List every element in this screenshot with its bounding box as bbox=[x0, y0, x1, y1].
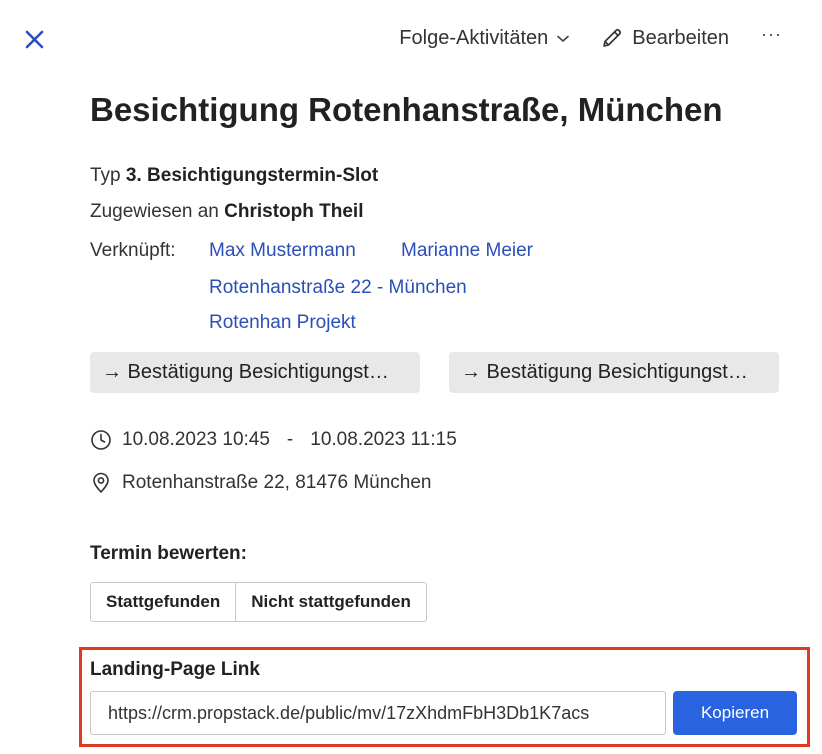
location-address: Rotenhanstraße 22, 81476 München bbox=[122, 472, 432, 493]
confirmation-action-button-1[interactable]: → Bestätigung Besichtigungst… bbox=[90, 352, 420, 393]
linked-contact-marianne-meier[interactable]: Marianne Meier bbox=[401, 240, 533, 262]
rating-label: Termin bewerten: bbox=[90, 543, 247, 564]
chevron-down-icon bbox=[557, 35, 570, 42]
folge-aktivitaeten-dropdown[interactable]: Folge-Aktivitäten bbox=[399, 26, 570, 50]
clock-icon bbox=[90, 429, 112, 451]
datetime-row: 10.08.2023 10:45 - 10.08.2023 11:15 bbox=[90, 429, 457, 451]
pencil-icon bbox=[603, 28, 622, 47]
type-value: 3. Besichtigungstermin-Slot bbox=[125, 165, 379, 186]
assigned-value: Christoph Theil bbox=[224, 201, 364, 222]
map-pin-icon bbox=[90, 472, 112, 494]
activity-type-row: Typ 3. Besichtigungstermin-Slot bbox=[90, 165, 378, 187]
linked-contact-max-mustermann[interactable]: Max Mustermann bbox=[209, 240, 356, 262]
folge-aktivitaeten-label: Folge-Aktivitäten bbox=[399, 26, 549, 49]
assigned-label: Zugewiesen an bbox=[90, 201, 219, 222]
assigned-row: Zugewiesen an Christoph Theil bbox=[90, 201, 363, 223]
close-button[interactable] bbox=[22, 27, 48, 53]
linked-label: Verknüpft: bbox=[90, 240, 176, 261]
top-toolbar: Folge-Aktivitäten Bearbeiten ··· bbox=[399, 24, 782, 52]
more-options-icon: ··· bbox=[761, 23, 782, 44]
close-icon bbox=[25, 30, 44, 49]
edit-label: Bearbeiten bbox=[632, 26, 730, 49]
landing-page-label: Landing-Page Link bbox=[90, 659, 260, 680]
type-label: Typ bbox=[90, 165, 121, 186]
more-options-button[interactable]: ··· bbox=[761, 24, 782, 53]
stattgefunden-button[interactable]: Stattgefunden bbox=[91, 583, 235, 621]
rating-button-group: Stattgefunden Nicht stattgefunden bbox=[90, 582, 427, 622]
nicht-stattgefunden-button[interactable]: Nicht stattgefunden bbox=[235, 583, 426, 621]
page-title: Besichtigung Rotenhanstraße, München bbox=[90, 91, 723, 128]
copy-button[interactable]: Kopieren bbox=[673, 691, 797, 735]
location-row: Rotenhanstraße 22, 81476 München bbox=[90, 472, 432, 494]
linked-project-rotenhan[interactable]: Rotenhan Projekt bbox=[209, 312, 356, 334]
confirmation-action-button-2[interactable]: → Bestätigung Besichtigungst… bbox=[449, 352, 779, 393]
edit-button[interactable]: Bearbeiten bbox=[601, 27, 729, 50]
landing-page-url-input[interactable] bbox=[90, 691, 666, 735]
end-datetime: 10.08.2023 11:15 bbox=[310, 429, 457, 450]
datetime-separator: - bbox=[286, 429, 294, 450]
linked-property-rotenhanstrasse[interactable]: Rotenhanstraße 22 - München bbox=[209, 277, 467, 299]
start-datetime: 10.08.2023 10:45 bbox=[122, 429, 270, 450]
